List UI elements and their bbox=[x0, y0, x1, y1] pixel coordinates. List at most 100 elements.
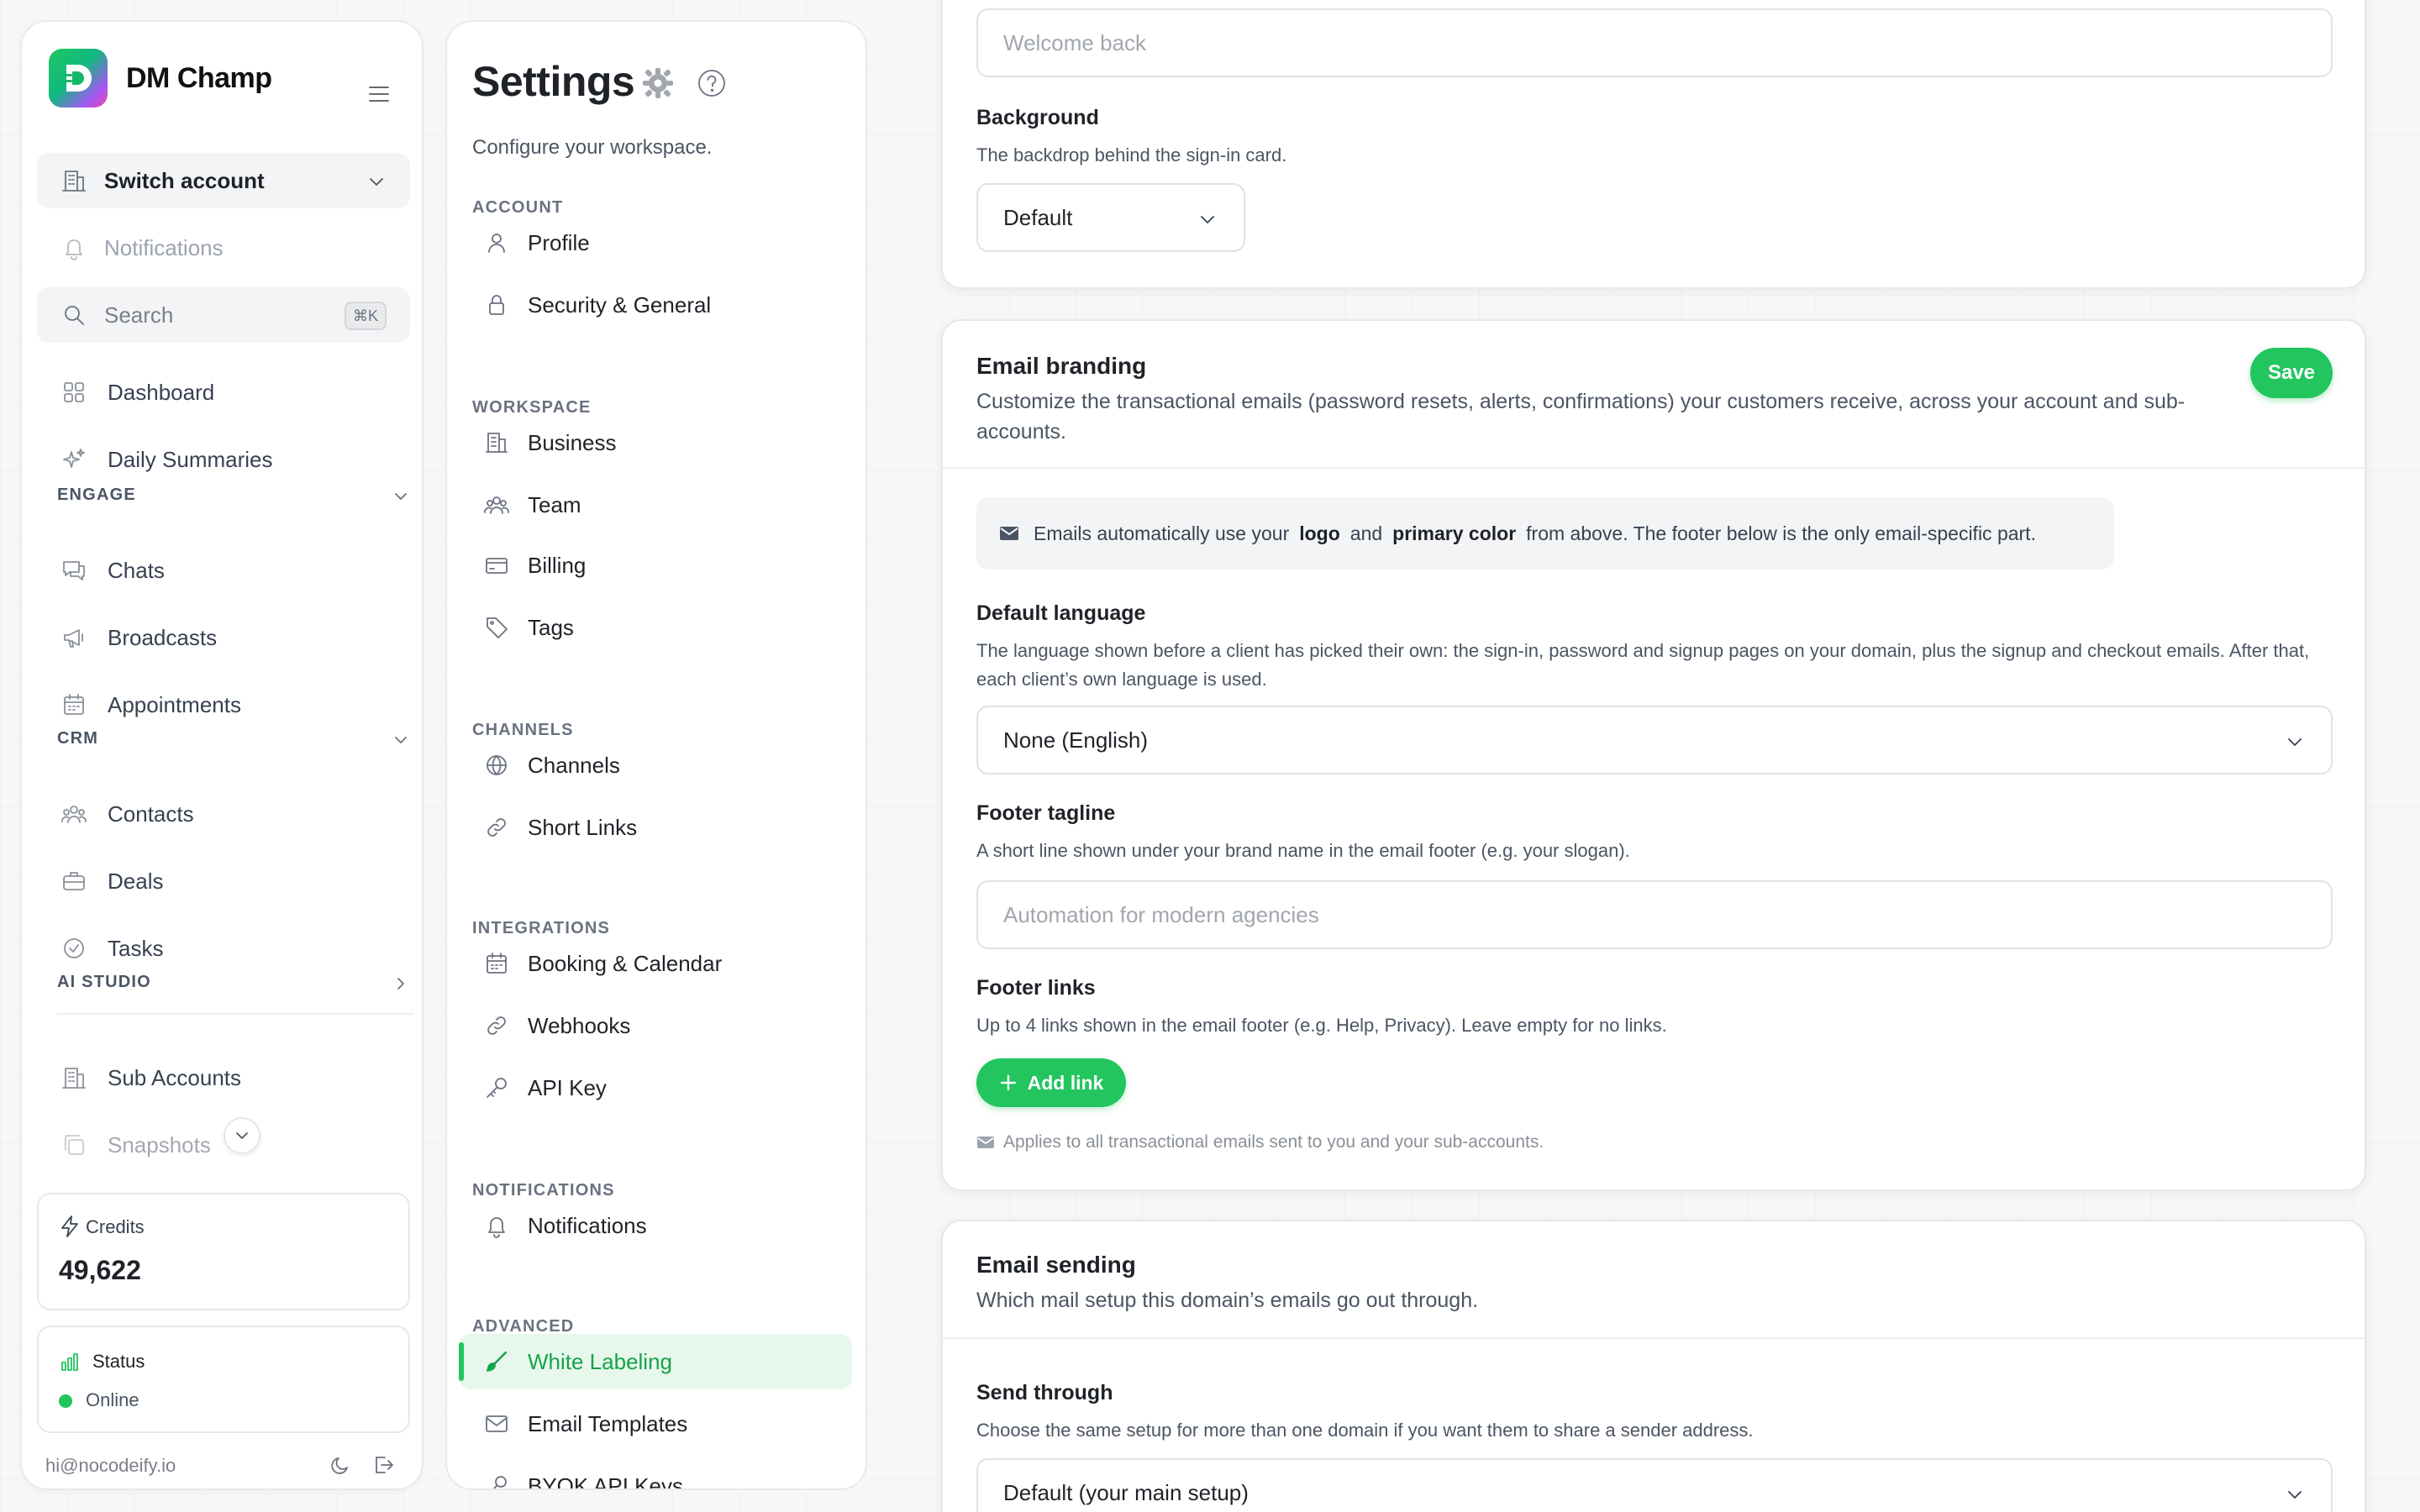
calendar-icon bbox=[484, 951, 509, 976]
sidebar-item-label: Tasks bbox=[108, 935, 164, 961]
sidebar-item-contacts[interactable]: Contacts bbox=[60, 793, 194, 835]
settings-item-billing[interactable]: Billing bbox=[459, 538, 852, 593]
sidebar-item-label: Sub Accounts bbox=[108, 1064, 241, 1090]
footer-tagline-input[interactable]: Automation for modern agencies bbox=[976, 880, 2333, 949]
settings-item-label: Tags bbox=[528, 614, 574, 640]
moon-icon[interactable] bbox=[329, 1453, 353, 1477]
switch-account-label: Switch account bbox=[104, 167, 265, 193]
default-language-help: The language shown before a client has p… bbox=[976, 640, 2310, 690]
send-through-select[interactable]: Default (your main setup) bbox=[976, 1458, 2333, 1512]
settings-item-byok[interactable]: BYOK API Keys bbox=[459, 1458, 852, 1488]
globe-icon bbox=[484, 753, 509, 778]
sidebar-item-tasks[interactable]: Tasks bbox=[60, 927, 163, 969]
plus-icon bbox=[999, 1074, 1018, 1092]
applies-note-text: Applies to all transactional emails sent… bbox=[1003, 1132, 1544, 1152]
settings-item-label: Security & General bbox=[528, 291, 712, 318]
settings-item-label: Email Templates bbox=[528, 1410, 688, 1436]
settings-item-booking[interactable]: Booking & Calendar bbox=[459, 936, 852, 991]
brand-logo-icon bbox=[49, 49, 108, 108]
bell-icon bbox=[60, 234, 87, 261]
footer-tagline-help: A short line shown under your brand name… bbox=[976, 840, 1630, 861]
building-icon bbox=[60, 1064, 87, 1091]
search-shortcut-badge: ⌘K bbox=[344, 302, 387, 330]
tag-icon bbox=[484, 615, 509, 640]
section-ai-studio[interactable]: AI STUDIO bbox=[57, 973, 410, 992]
user-icon bbox=[484, 230, 509, 255]
sidebar-notifications[interactable]: Notifications bbox=[37, 220, 410, 276]
info-logo: logo bbox=[1299, 522, 1340, 544]
chevron-down-icon bbox=[392, 731, 410, 749]
menu-icon[interactable] bbox=[368, 86, 390, 102]
info-suffix: from above. The footer below is the only… bbox=[1526, 522, 2036, 544]
copy-icon bbox=[60, 1131, 87, 1158]
sidebar-item-deals[interactable]: Deals bbox=[60, 860, 163, 902]
key-icon bbox=[484, 1473, 509, 1488]
settings-item-label: Booking & Calendar bbox=[528, 950, 723, 976]
scroll-down-button[interactable] bbox=[224, 1117, 260, 1154]
settings-item-business[interactable]: Business bbox=[459, 415, 852, 470]
settings-item-channels[interactable]: Channels bbox=[459, 738, 852, 793]
add-link-button[interactable]: Add link bbox=[976, 1058, 1126, 1107]
settings-item-white-labeling[interactable]: White Labeling bbox=[459, 1334, 852, 1389]
settings-item-security[interactable]: Security & General bbox=[459, 277, 852, 333]
section-crm[interactable]: CRM bbox=[57, 729, 410, 748]
sidebar-item-label: Contacts bbox=[108, 801, 194, 827]
search-icon bbox=[60, 302, 87, 328]
signin-branding-card: Welcome back Background The backdrop beh… bbox=[941, 0, 2366, 289]
email-sending-title: Email sending bbox=[976, 1252, 1136, 1278]
status-card: Status Online bbox=[37, 1326, 410, 1433]
settings-item-label: Profile bbox=[528, 229, 590, 255]
status-label: Status bbox=[92, 1351, 145, 1372]
welcome-message-input[interactable]: Welcome back bbox=[976, 8, 2333, 77]
card-divider bbox=[943, 1337, 2365, 1339]
brand[interactable]: DM Champ bbox=[49, 49, 272, 108]
status-value: Online bbox=[86, 1389, 139, 1410]
email-sending-description: Which mail setup this domain’s emails go… bbox=[976, 1289, 1479, 1312]
settings-item-notifications[interactable]: Notifications bbox=[459, 1198, 852, 1253]
chat-icon bbox=[60, 557, 87, 584]
email-branding-description: Customize the transactional emails (pass… bbox=[976, 390, 2186, 444]
megaphone-icon bbox=[60, 624, 87, 651]
settings-item-tags[interactable]: Tags bbox=[459, 600, 852, 655]
page-subtitle: Configure your workspace. bbox=[472, 136, 713, 159]
search-input[interactable]: Search ⌘K bbox=[37, 287, 410, 343]
email-branding-title: Email branding bbox=[976, 353, 1147, 379]
sidebar-item-broadcasts[interactable]: Broadcasts bbox=[60, 617, 217, 659]
info-and: and bbox=[1349, 522, 1383, 544]
settings-item-webhooks[interactable]: Webhooks bbox=[459, 998, 852, 1053]
info-primary-color: primary color bbox=[1392, 522, 1517, 544]
save-button[interactable]: Save bbox=[2250, 348, 2333, 398]
info-prefix: Emails automatically use your bbox=[1034, 522, 1290, 544]
switch-account-button[interactable]: Switch account bbox=[37, 153, 410, 208]
settings-item-label: Business bbox=[528, 429, 617, 455]
settings-item-label: Billing bbox=[528, 552, 587, 578]
settings-item-short-links[interactable]: Short Links bbox=[459, 800, 852, 855]
status-online-dot bbox=[59, 1394, 72, 1408]
link-icon bbox=[484, 815, 509, 840]
sidebar-item-label: Broadcasts bbox=[108, 624, 218, 650]
building-icon bbox=[484, 430, 509, 455]
sidebar-item-chats[interactable]: Chats bbox=[60, 549, 165, 591]
email-info-note: Emails automatically use your logo and p… bbox=[976, 497, 2114, 570]
sidebar-item-dashboard[interactable]: Dashboard bbox=[60, 371, 214, 413]
sidebar-item-daily-summaries[interactable]: Daily Summaries bbox=[60, 438, 273, 480]
settings-item-api-key[interactable]: API Key bbox=[459, 1060, 852, 1116]
settings-item-team[interactable]: Team bbox=[459, 477, 852, 533]
sidebar-item-sub-accounts[interactable]: Sub Accounts bbox=[60, 1057, 241, 1099]
logout-icon[interactable] bbox=[371, 1453, 395, 1477]
link-icon bbox=[484, 1013, 509, 1038]
help-icon[interactable] bbox=[696, 67, 728, 99]
default-language-select[interactable]: None (English) bbox=[976, 706, 2333, 774]
key-icon bbox=[484, 1075, 509, 1100]
mail-icon bbox=[976, 1133, 995, 1152]
calendar-icon bbox=[60, 691, 87, 718]
paintbrush-icon bbox=[484, 1349, 509, 1374]
sidebar-item-label: Deals bbox=[108, 868, 164, 894]
search-placeholder: Search bbox=[104, 302, 174, 328]
section-engage[interactable]: ENGAGE bbox=[57, 486, 410, 505]
sidebar-item-appointments[interactable]: Appointments bbox=[60, 684, 241, 726]
background-select[interactable]: Default bbox=[976, 183, 1245, 252]
settings-item-profile[interactable]: Profile bbox=[459, 215, 852, 270]
sidebar-item-snapshots[interactable]: Snapshots bbox=[60, 1124, 211, 1166]
settings-item-email-templates[interactable]: Email Templates bbox=[459, 1396, 852, 1452]
